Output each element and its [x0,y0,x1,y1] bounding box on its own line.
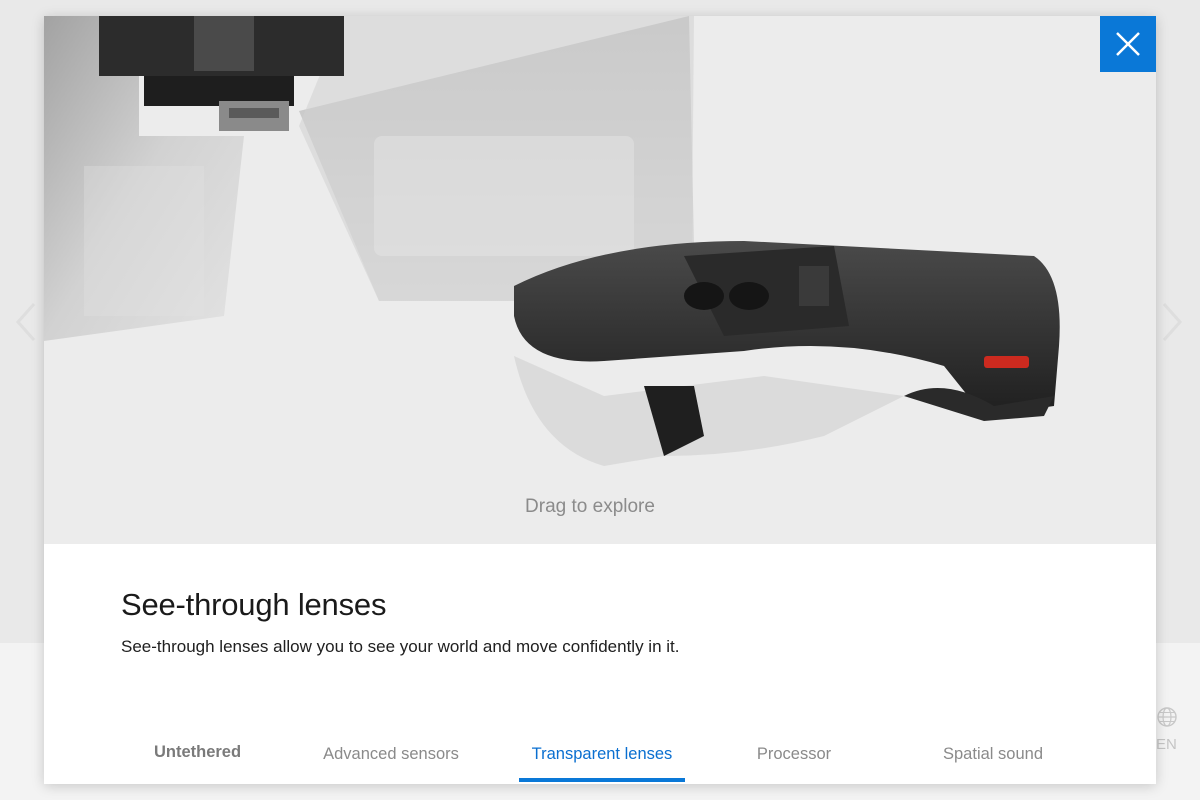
tab-advanced-sensors[interactable]: Advanced sensors [310,738,472,784]
globe-icon[interactable] [1156,706,1178,728]
prev-arrow-icon[interactable] [14,302,38,342]
drag-hint: Drag to explore [525,496,655,517]
language-label[interactable]: EN [1156,736,1177,753]
tab-untethered[interactable]: Untethered [120,736,275,782]
hololens-image [44,16,1060,466]
tab-processor[interactable]: Processor [734,738,854,784]
active-tab-indicator [519,778,685,782]
tab-spatial-sound[interactable]: Spatial sound [924,738,1062,784]
feature-tabs: Untethered Advanced sensors Transparent … [44,738,1156,784]
feature-title: See-through lenses [121,587,387,622]
next-arrow-icon[interactable] [1160,302,1184,342]
feature-modal: Drag to explore See-through lenses See-t… [44,16,1156,784]
feature-description: See-through lenses allow you to see your… [121,637,680,656]
product-3d-viewer[interactable]: Drag to explore [44,16,1156,544]
close-button[interactable] [1100,16,1156,72]
close-icon [1116,32,1140,56]
